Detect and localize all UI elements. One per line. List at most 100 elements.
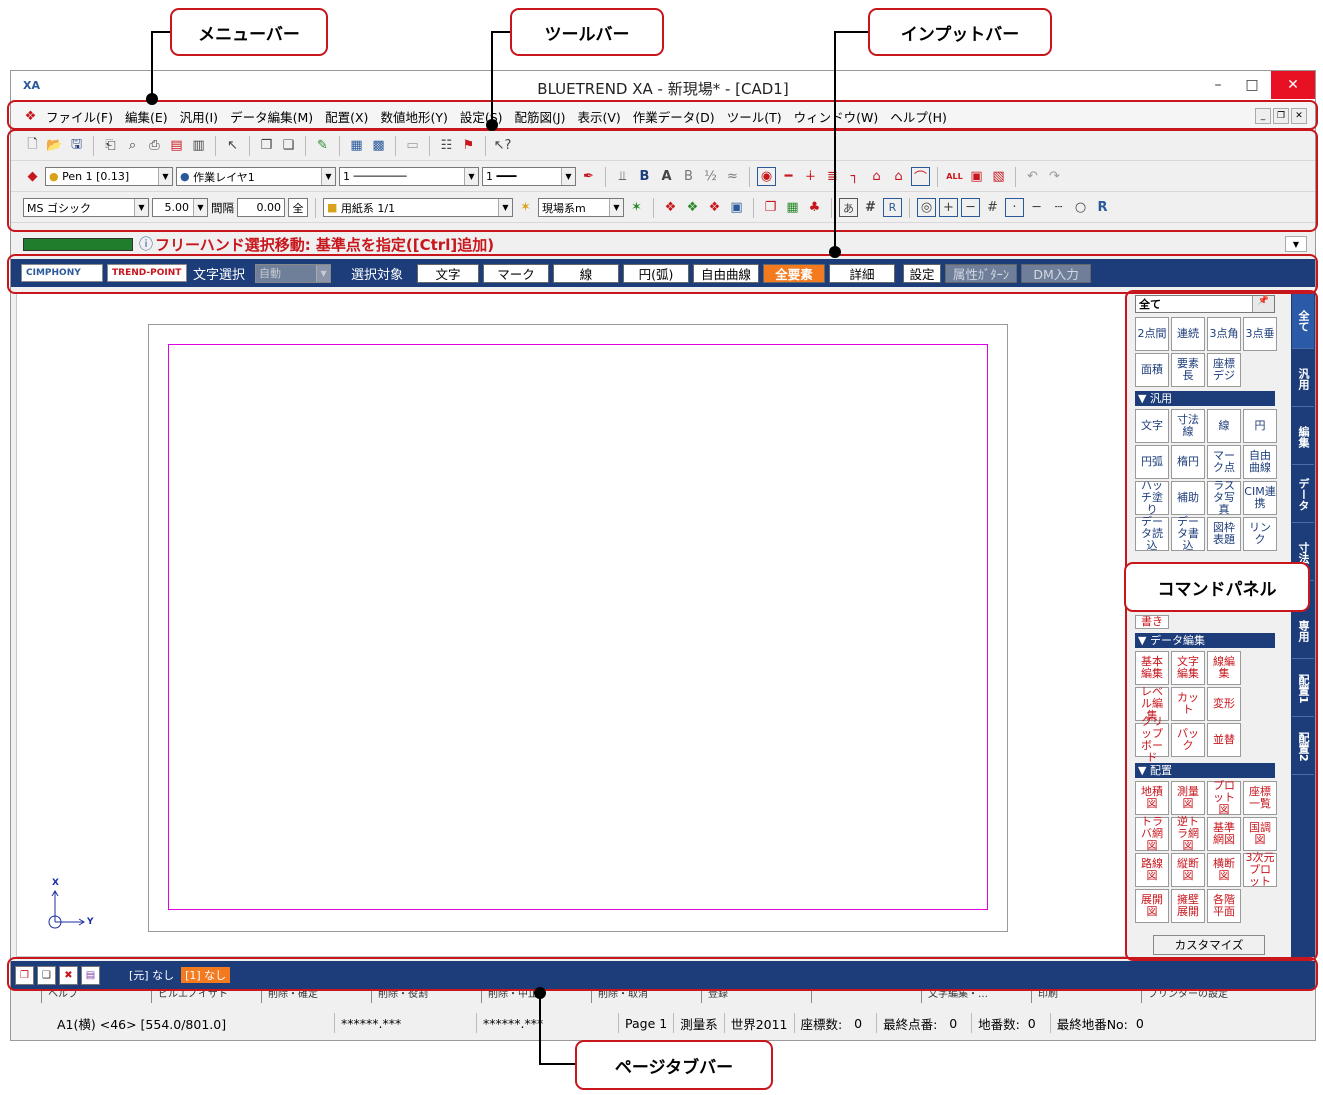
page-copy-icon[interactable]: ❑: [37, 965, 56, 985]
cmd-survey-map[interactable]: 測量図: [1171, 781, 1205, 815]
menu-workdata[interactable]: 作業データ(D): [633, 107, 715, 126]
copy-element-icon[interactable]: ❒: [257, 136, 276, 155]
target-line-button[interactable]: 線: [553, 263, 620, 283]
menu-layout[interactable]: 配置(X): [325, 107, 368, 126]
font-b-icon[interactable]: B: [679, 167, 698, 186]
fkey-6[interactable]: 削除・取消: [591, 991, 701, 1003]
cmd-title-block[interactable]: 図枠表題: [1207, 517, 1241, 551]
section-generic[interactable]: ▼ 汎用: [1135, 391, 1275, 406]
palette-icon[interactable]: ▦: [783, 198, 802, 217]
cmd-transform[interactable]: 変形: [1207, 687, 1241, 721]
parallel-icon[interactable]: ≣: [823, 167, 842, 186]
r-icon[interactable]: R: [883, 198, 902, 217]
cmd-plot-map[interactable]: プロット図: [1207, 779, 1241, 816]
snap-cross-icon[interactable]: +: [939, 198, 958, 217]
menu-tools[interactable]: ツール(T): [727, 107, 782, 126]
drawing-canvas[interactable]: X Y: [16, 293, 1126, 957]
detail-button[interactable]: 詳細: [829, 263, 896, 283]
section-data-edit[interactable]: ▼ データ編集: [1135, 633, 1275, 648]
mdi-close-button[interactable]: ✕: [1291, 108, 1307, 124]
paper-select[interactable]: ■ 用紙系 1/1 ▼: [323, 198, 513, 217]
cmd-coord-digitize[interactable]: 座標デジ: [1207, 353, 1241, 387]
coord-setting-icon[interactable]: ✶: [627, 198, 646, 217]
fkey-8[interactable]: [811, 991, 921, 1003]
kana-icon[interactable]: あ: [839, 198, 858, 217]
target-circle-button[interactable]: 円(弧): [623, 263, 690, 283]
pen-select[interactable]: ● Pen 1 [0.13] ▼: [45, 167, 173, 186]
tab-data[interactable]: データ: [1292, 467, 1314, 523]
property-red-icon[interactable]: ▣: [967, 167, 986, 186]
line-icon[interactable]: ━: [779, 167, 798, 186]
grid-icon[interactable]: #: [861, 198, 880, 217]
cmd-line-edit[interactable]: 線編集: [1207, 651, 1241, 685]
color-icon[interactable]: ♣: [805, 198, 824, 217]
cmd-data-write[interactable]: データ書込: [1171, 515, 1205, 552]
all-icon[interactable]: ALL: [945, 167, 964, 186]
cimphony-button[interactable]: CIMPHONY: [21, 264, 103, 282]
cmd-base-net[interactable]: 基準網図: [1207, 817, 1241, 851]
cmd-route-map[interactable]: 路線図: [1135, 853, 1169, 887]
cmd-traverse-net[interactable]: トラバ網図: [1135, 815, 1169, 852]
tab-layout2[interactable]: 配置2: [1292, 719, 1314, 775]
edit-red-icon[interactable]: ▧: [989, 167, 1008, 186]
cmd-link[interactable]: リンク: [1243, 517, 1277, 551]
menu-edit[interactable]: 編集(E): [125, 107, 168, 126]
property-icon[interactable]: ☷: [437, 136, 456, 155]
zen-button[interactable]: 全: [288, 198, 308, 217]
attribute-pattern-button[interactable]: 属性ｶﾞﾀｰﾝ: [945, 263, 1018, 283]
cmd-reverse-traverse[interactable]: 逆トラ網図: [1171, 815, 1205, 852]
font-select[interactable]: MS ゴシック ▼: [23, 198, 149, 217]
font-a-icon[interactable]: A: [657, 167, 676, 186]
cmd-clipboard[interactable]: クリップボード: [1135, 715, 1169, 764]
page-add-icon[interactable]: ❐: [15, 965, 34, 985]
cmd-hatch[interactable]: ハッチ塗り: [1135, 479, 1169, 516]
cmd-coord-list[interactable]: 座標一覧: [1243, 781, 1277, 815]
house-icon[interactable]: ⌂: [867, 167, 886, 186]
pdf-icon[interactable]: ▤: [167, 136, 186, 155]
cmd-text[interactable]: 文字: [1135, 409, 1169, 443]
redo-icon[interactable]: ↷: [1045, 167, 1064, 186]
fkey-3[interactable]: 削除・確定: [261, 991, 371, 1003]
target-curve-button[interactable]: 自由曲線: [693, 263, 760, 283]
cmd-wall-development[interactable]: 擁壁展開: [1171, 889, 1205, 923]
fkey-7[interactable]: 登録: [701, 991, 811, 1003]
tab-layout1[interactable]: 配置1: [1292, 661, 1314, 717]
menu-file[interactable]: ファイル(F): [46, 107, 113, 126]
cmd-ellipse[interactable]: 楕円: [1171, 445, 1205, 479]
new-file-icon[interactable]: 🗋: [23, 136, 42, 155]
cmd-3d-plot[interactable]: 3次元プロット: [1243, 851, 1277, 888]
spacing-input[interactable]: 0.00: [237, 198, 285, 217]
font-size-select[interactable]: 5.00 ▼: [152, 198, 208, 217]
target-text-button[interactable]: 文字: [417, 263, 480, 283]
minimize-button[interactable]: –: [1201, 71, 1235, 99]
cmd-raster[interactable]: ラスタ写真: [1207, 479, 1241, 516]
eraser-icon[interactable]: ◆: [23, 167, 42, 186]
preview-icon[interactable]: ⎗: [101, 136, 120, 155]
pen-icon[interactable]: ✒: [579, 167, 598, 186]
command-category-select[interactable]: 全て 📌: [1135, 295, 1275, 313]
section-layout[interactable]: ▼ 配置: [1135, 763, 1275, 778]
cmd-3point-perp[interactable]: 3点垂: [1243, 317, 1277, 351]
cmd-cim-link[interactable]: CIM連携: [1243, 481, 1277, 515]
cmd-dimension[interactable]: 寸法線: [1171, 409, 1205, 443]
coord-select[interactable]: 現場系m ▼: [538, 198, 624, 217]
trend-point-button[interactable]: TREND-POINT: [107, 264, 187, 282]
guide-dropdown-button[interactable]: ▼: [1285, 236, 1307, 252]
cmd-circle[interactable]: 円: [1243, 409, 1277, 443]
window-icon[interactable]: ▭: [403, 136, 422, 155]
page-tab-1[interactable]: [1] なし: [181, 967, 231, 983]
linewidth-select[interactable]: 1 ━━━ ▼: [482, 167, 576, 186]
fkey-11[interactable]: プリンターの設定: [1141, 991, 1251, 1003]
cmd-arc[interactable]: 円弧: [1135, 445, 1169, 479]
attribute-icon[interactable]: ⚑: [459, 136, 478, 155]
pin-icon[interactable]: 📌: [1252, 296, 1274, 312]
fkey-2[interactable]: ピルエノイザト: [151, 991, 261, 1003]
page-delete-icon[interactable]: ✖: [59, 965, 78, 985]
fkey-4[interactable]: 削除・役割: [371, 991, 481, 1003]
menu-generic[interactable]: 汎用(I): [180, 107, 218, 126]
cmd-area[interactable]: 面積: [1135, 353, 1169, 387]
cmd-floor-plan[interactable]: 各階平面: [1207, 889, 1241, 923]
menu-rebar[interactable]: 配筋図(J): [515, 107, 566, 126]
cmd-auxiliary[interactable]: 補助: [1171, 481, 1205, 515]
page-export-icon[interactable]: ▤: [81, 965, 100, 985]
